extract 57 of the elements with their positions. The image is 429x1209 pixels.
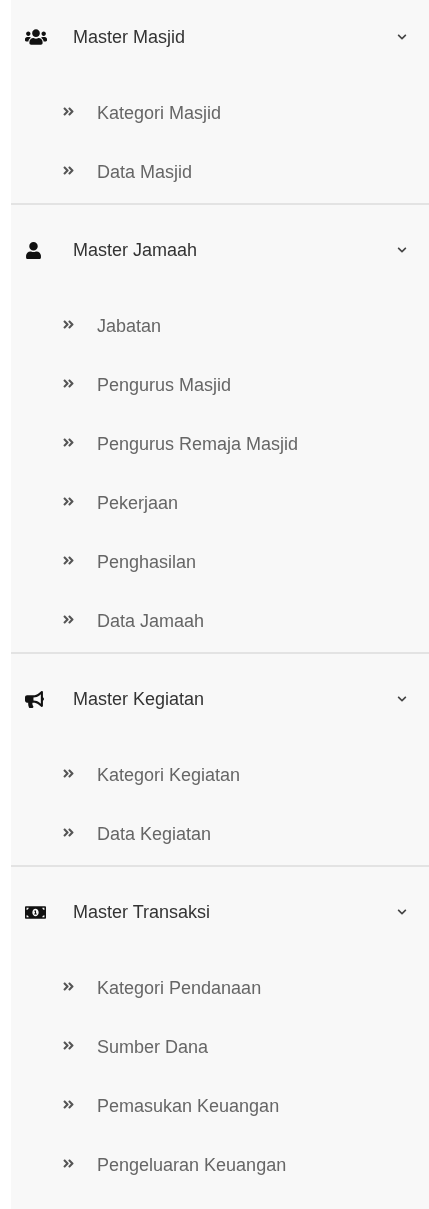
double-chevron-icon — [62, 1039, 75, 1052]
menu-item-label: Sumber Dana — [97, 1036, 209, 1059]
menu-item-label: Data Kegiatan — [97, 823, 212, 846]
double-chevron-icon — [62, 164, 75, 177]
chevron-icon — [397, 245, 407, 255]
double-chevron-icon — [62, 554, 75, 567]
menu-item[interactable]: Pengurus Masjid — [11, 356, 429, 415]
double-chevron-icon — [62, 1157, 75, 1170]
menu-item[interactable]: Penghasilan — [11, 533, 429, 592]
menu-header-label: Master Transaksi — [73, 900, 212, 924]
menu-header[interactable]: Master Transaksi — [11, 887, 429, 937]
double-chevron-icon — [62, 826, 75, 839]
menu-item-label: Pemasukan Keuangan — [97, 1095, 280, 1118]
menu-header[interactable]: Master Masjid — [11, 12, 429, 62]
menu-item[interactable]: Data Jamaah — [11, 592, 429, 651]
menu-item-label: Pekerjaan — [97, 492, 179, 515]
menu-header[interactable]: Master Kegiatan — [11, 674, 429, 724]
menu-header[interactable]: Master Jamaah — [11, 225, 429, 275]
double-chevron-icon — [62, 613, 75, 626]
menu-header-label: Master Masjid — [73, 25, 187, 49]
users-icon — [25, 26, 47, 48]
menu-item[interactable]: Data Masjid — [11, 143, 429, 202]
menu-item-label: Kategori Pendanaan — [97, 977, 262, 1000]
menu-item[interactable]: Pengurus Remaja Masjid — [11, 415, 429, 474]
menu-item-label: Kategori Kegiatan — [97, 764, 241, 787]
menu-item[interactable]: Kategori Kegiatan — [11, 746, 429, 805]
double-chevron-icon — [62, 1098, 75, 1111]
chevron-icon — [397, 32, 407, 42]
menu-item-label: Jabatan — [97, 315, 162, 338]
double-chevron-icon — [62, 318, 75, 331]
chevron-icon — [397, 694, 407, 704]
menu-item-label: Pengurus Masjid — [97, 374, 232, 397]
menu-item[interactable]: Sumber Dana — [11, 1018, 429, 1077]
menu-item-label: Penghasilan — [97, 551, 197, 574]
double-chevron-icon — [62, 980, 75, 993]
double-chevron-icon — [62, 105, 75, 118]
menu-item[interactable]: Data Kegiatan — [11, 805, 429, 864]
double-chevron-icon — [62, 767, 75, 780]
double-chevron-icon — [62, 377, 75, 390]
double-chevron-icon — [62, 436, 75, 449]
user-icon — [25, 241, 42, 259]
menu-item[interactable]: Kategori Masjid — [11, 84, 429, 143]
menu-item[interactable]: Jabatan — [11, 297, 429, 356]
menu-header-label: Master Jamaah — [73, 238, 199, 262]
menu-item-label: Kategori Masjid — [97, 102, 222, 125]
menu-item-label: Pengeluaran Keuangan — [97, 1154, 287, 1177]
menu-item[interactable]: Kategori Pendanaan — [11, 959, 429, 1018]
menu-item[interactable]: Pemasukan Keuangan — [11, 1077, 429, 1136]
chevron-icon — [397, 907, 407, 917]
menu-item-label: Data Masjid — [97, 161, 193, 184]
menu-item-label: Data Jamaah — [97, 610, 205, 633]
menu-item[interactable]: Pengeluaran Keuangan — [11, 1136, 429, 1195]
menu-item-label: Pengurus Remaja Masjid — [97, 433, 299, 456]
double-chevron-icon — [62, 495, 75, 508]
menu-item[interactable]: Pekerjaan — [11, 474, 429, 533]
megaphone-icon — [25, 689, 44, 709]
menu-header-label: Master Kegiatan — [73, 687, 206, 711]
